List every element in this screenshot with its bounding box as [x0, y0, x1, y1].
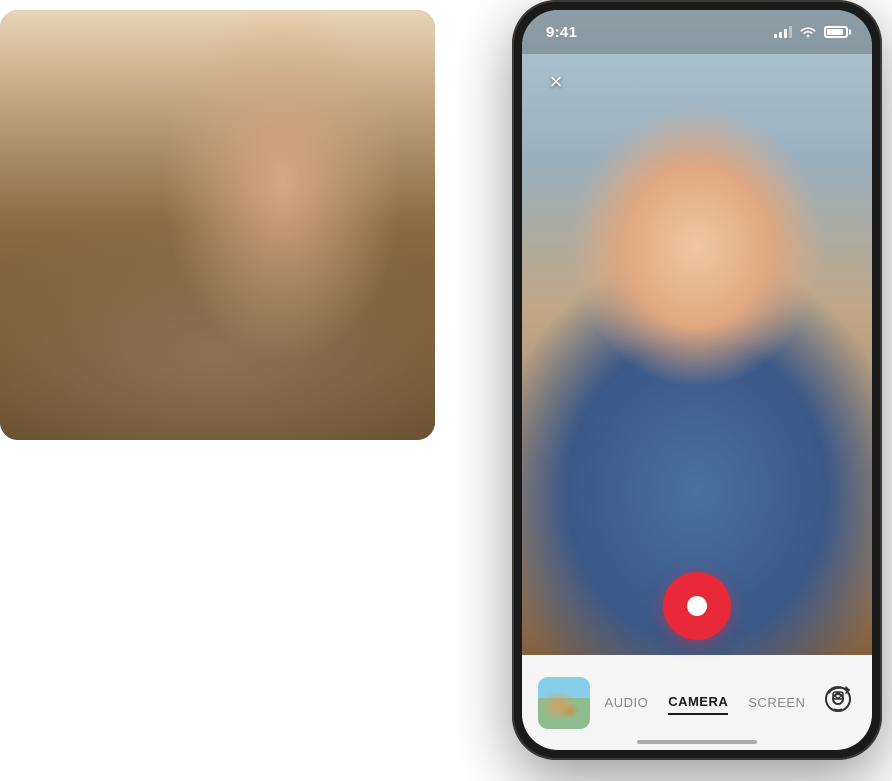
signal-bar-3 [784, 29, 787, 38]
close-button[interactable]: × [538, 64, 574, 100]
bottom-toolbar: AUDIO CAMERA SCREEN [522, 655, 872, 750]
left-photo-card [0, 10, 435, 440]
home-indicator [637, 740, 757, 744]
phone-screen: 9:41 [522, 10, 872, 750]
record-dot-icon [687, 596, 707, 616]
close-icon: × [550, 71, 563, 93]
camera-flip-icon [824, 685, 852, 720]
tab-camera[interactable]: CAMERA [668, 690, 728, 715]
camera-flip-button[interactable] [820, 685, 856, 721]
toolbar-thumbnail[interactable] [538, 677, 590, 729]
battery-fill [827, 29, 843, 35]
status-icons [774, 25, 848, 40]
phone-container: 9:41 [482, 0, 892, 781]
signal-bar-4 [789, 26, 792, 38]
record-button[interactable] [663, 572, 731, 640]
toolbar-tabs: AUDIO CAMERA SCREEN [590, 690, 820, 715]
left-photo-image [0, 10, 435, 440]
signal-bar-2 [779, 32, 782, 38]
phone-frame: 9:41 [512, 0, 882, 760]
battery-icon [824, 26, 848, 38]
toolbar-thumbnail-image [538, 677, 590, 729]
tab-screen[interactable]: SCREEN [748, 691, 805, 714]
signal-bar-1 [774, 34, 777, 38]
record-button-container [663, 572, 731, 640]
status-bar: 9:41 [522, 10, 872, 54]
tab-audio[interactable]: AUDIO [605, 691, 649, 714]
wifi-icon [800, 25, 816, 40]
status-time: 9:41 [546, 24, 577, 41]
signal-bars-icon [774, 26, 792, 38]
